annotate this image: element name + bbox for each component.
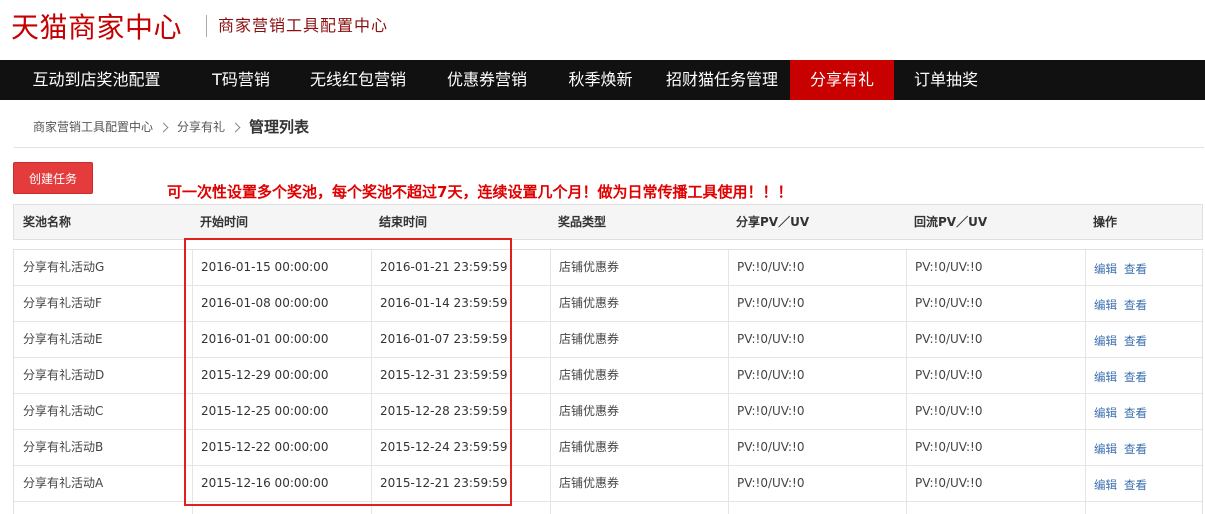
cell-actions: 编辑 查看 bbox=[1094, 396, 1154, 431]
cell-share-pv-uv: PV:!0/UV:!0 bbox=[737, 332, 805, 346]
cell-return-pv-uv: PV:!0/UV:!0 bbox=[915, 368, 983, 382]
edit-link[interactable]: 编辑 bbox=[1094, 262, 1117, 276]
nav-item-wireless-red-packet[interactable]: 无线红包营销 bbox=[289, 60, 427, 100]
edit-link[interactable]: 编辑 bbox=[1094, 298, 1117, 312]
cell-return-pv-uv: PV:!0/UV:!0 bbox=[915, 476, 983, 490]
cell-share-pv-uv: PV:!0/UV:!0 bbox=[737, 476, 805, 490]
chevron-right-icon bbox=[230, 122, 241, 132]
breadcrumb-item-share-gift[interactable]: 分享有礼 bbox=[177, 116, 225, 138]
cell-share-pv-uv: PV:!0/UV:!0 bbox=[737, 440, 805, 454]
edit-link[interactable]: 编辑 bbox=[1094, 442, 1117, 456]
cell-pool-name: 分享有礼活动E bbox=[23, 332, 103, 346]
nav-item-lucky-cat-tasks[interactable]: 招财猫任务管理 bbox=[654, 60, 790, 100]
cell-return-pv-uv: PV:!0/UV:!0 bbox=[915, 260, 983, 274]
cell-pool-name: 分享有礼活动C bbox=[23, 404, 104, 418]
nav-item-share-gift[interactable]: 分享有礼 bbox=[790, 60, 894, 100]
view-link[interactable]: 查看 bbox=[1124, 370, 1147, 384]
view-link[interactable]: 查看 bbox=[1124, 298, 1147, 312]
view-link[interactable]: 查看 bbox=[1124, 478, 1147, 492]
chevron-right-icon bbox=[158, 122, 169, 132]
header-divider bbox=[206, 15, 207, 37]
cell-prize-type: 店铺优惠券 bbox=[559, 368, 620, 382]
column-header-share-pv-uv: 分享PV／UV bbox=[736, 215, 810, 229]
table-header: 奖池名称 开始时间 结束时间 奖品类型 分享PV／UV 回流PV／UV 操作 bbox=[13, 204, 1203, 240]
cell-prize-type: 店铺优惠券 bbox=[559, 404, 620, 418]
view-link[interactable]: 查看 bbox=[1124, 334, 1147, 348]
cell-actions: 编辑 查看 bbox=[1094, 288, 1154, 323]
cell-actions: 编辑 查看 bbox=[1094, 252, 1154, 287]
cell-actions: 编辑 查看 bbox=[1094, 468, 1154, 503]
cell-pool-name: 分享有礼活动A bbox=[23, 476, 104, 490]
breadcrumb-item-tool-center[interactable]: 商家营销工具配置中心 bbox=[33, 116, 153, 138]
logo[interactable]: 天猫商家中心 bbox=[11, 10, 182, 46]
nav-item-order-lottery[interactable]: 订单抽奖 bbox=[894, 60, 998, 100]
column-header-prize-type: 奖品类型 bbox=[558, 215, 607, 229]
nav-item-autumn-renewal[interactable]: 秋季焕新 bbox=[547, 60, 654, 100]
edit-link[interactable]: 编辑 bbox=[1094, 334, 1117, 348]
cell-prize-type: 店铺优惠券 bbox=[559, 260, 620, 274]
cell-share-pv-uv: PV:!0/UV:!0 bbox=[737, 368, 805, 382]
page-subtitle: 商家营销工具配置中心 bbox=[218, 16, 389, 35]
main-nav: 互动到店奖池配置 T码营销 无线红包营销 优惠券营销 秋季焕新 招财猫任务管理 … bbox=[0, 60, 1205, 100]
view-link[interactable]: 查看 bbox=[1124, 262, 1147, 276]
cell-return-pv-uv: PV:!0/UV:!0 bbox=[915, 296, 983, 310]
nav-item-prize-pool-config[interactable]: 互动到店奖池配置 bbox=[0, 60, 193, 100]
cell-share-pv-uv: PV:!0/UV:!0 bbox=[737, 296, 805, 310]
cell-pool-name: 分享有礼活动B bbox=[23, 440, 104, 454]
cell-actions: 编辑 查看 bbox=[1094, 324, 1154, 359]
page-title: 管理列表 bbox=[249, 118, 310, 136]
cell-return-pv-uv: PV:!0/UV:!0 bbox=[915, 332, 983, 346]
edit-link[interactable]: 编辑 bbox=[1094, 406, 1117, 420]
column-header-return-pv-uv: 回流PV／UV bbox=[914, 215, 988, 229]
cell-prize-type: 店铺优惠券 bbox=[559, 332, 620, 346]
cell-prize-type: 店铺优惠券 bbox=[559, 440, 620, 454]
cell-prize-type: 店铺优惠券 bbox=[559, 296, 620, 310]
cell-prize-type: 店铺优惠券 bbox=[559, 476, 620, 490]
cell-share-pv-uv: PV:!0/UV:!0 bbox=[737, 404, 805, 418]
cell-return-pv-uv: PV:!0/UV:!0 bbox=[915, 404, 983, 418]
nav-item-coupon-marketing[interactable]: 优惠券营销 bbox=[427, 60, 547, 100]
cell-share-pv-uv: PV:!0/UV:!0 bbox=[737, 260, 805, 274]
view-link[interactable]: 查看 bbox=[1124, 406, 1147, 420]
edit-link[interactable]: 编辑 bbox=[1094, 478, 1117, 492]
column-header-start-time: 开始时间 bbox=[200, 215, 249, 229]
highlight-box bbox=[184, 238, 512, 506]
divider bbox=[14, 147, 1204, 148]
cell-pool-name: 分享有礼活动G bbox=[23, 260, 105, 274]
edit-link[interactable]: 编辑 bbox=[1094, 370, 1117, 384]
cell-pool-name: 分享有礼活动F bbox=[23, 296, 102, 310]
annotation-note: 可一次性设置多个奖池，每个奖池不超过7天，连续设置几个月！做为日常传播工具使用！… bbox=[167, 183, 793, 201]
cell-actions: 编辑 查看 bbox=[1094, 432, 1154, 467]
breadcrumb: 商家营销工具配置中心 分享有礼 管理列表 bbox=[33, 116, 309, 138]
column-header-pool-name: 奖池名称 bbox=[23, 215, 72, 229]
column-header-end-time: 结束时间 bbox=[379, 215, 428, 229]
view-link[interactable]: 查看 bbox=[1124, 442, 1147, 456]
cell-pool-name: 分享有礼活动D bbox=[23, 368, 105, 382]
column-header-actions: 操作 bbox=[1093, 215, 1118, 229]
nav-item-t-code-marketing[interactable]: T码营销 bbox=[193, 60, 289, 100]
cell-actions: 编辑 查看 bbox=[1094, 360, 1154, 395]
create-task-button[interactable]: 创建任务 bbox=[13, 162, 93, 194]
cell-return-pv-uv: PV:!0/UV:!0 bbox=[915, 440, 983, 454]
